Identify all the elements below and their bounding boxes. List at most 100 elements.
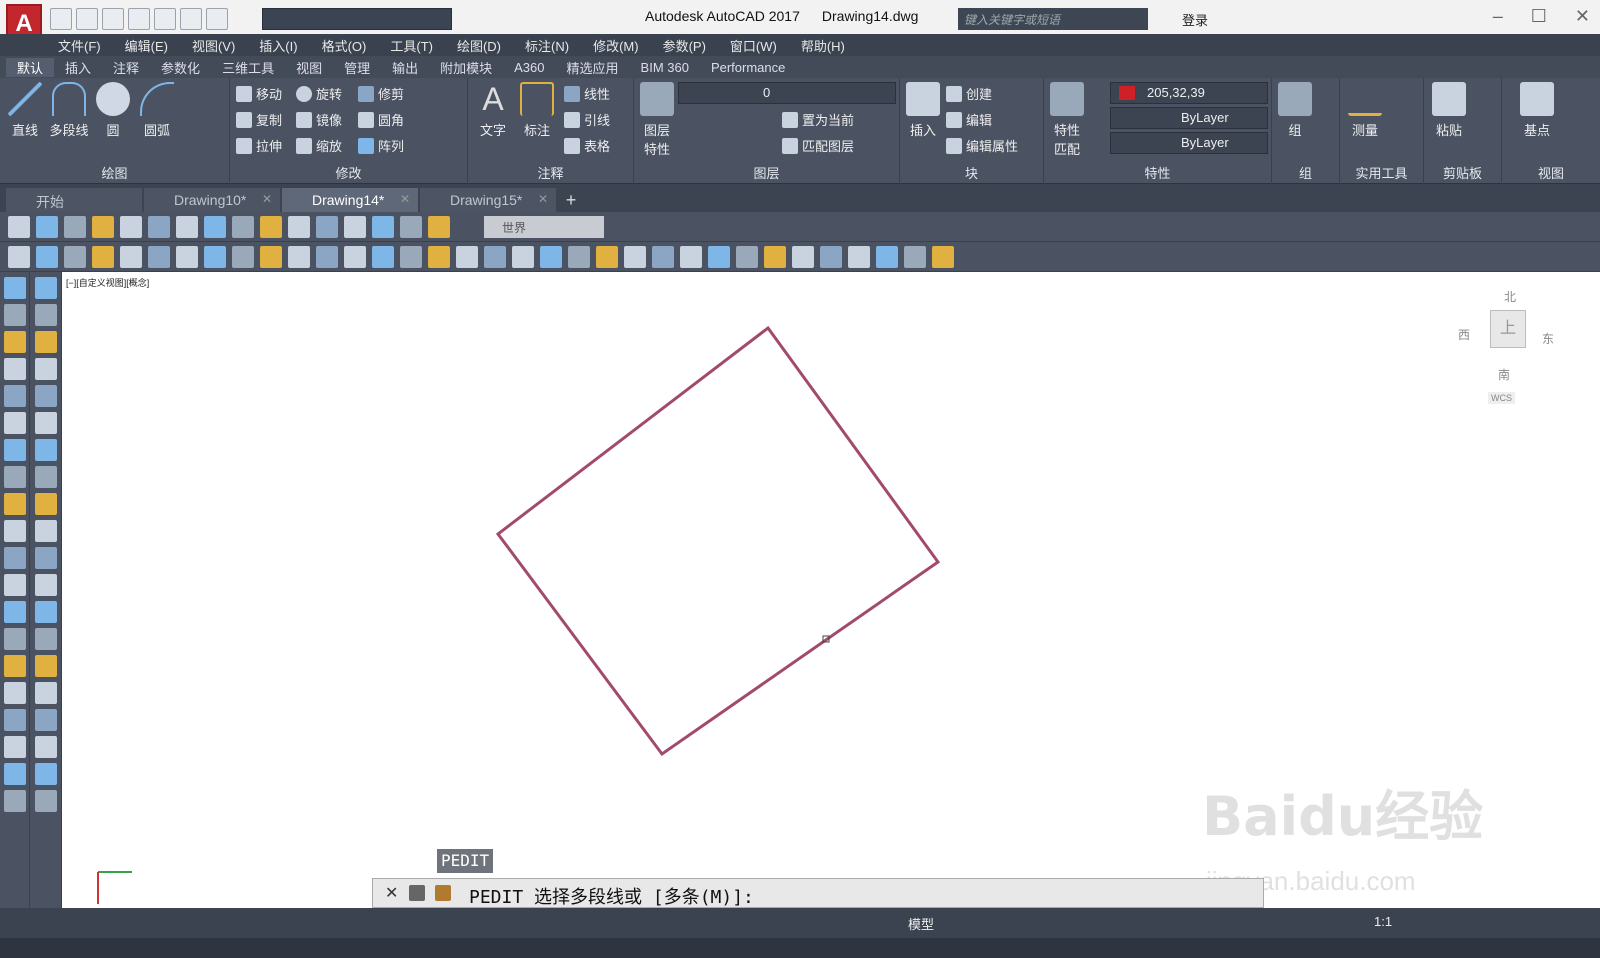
tool-icon[interactable] bbox=[3, 304, 26, 326]
tab-view[interactable]: 视图 bbox=[285, 58, 333, 77]
move-button[interactable]: 移动 bbox=[236, 84, 282, 103]
tab-featured-apps[interactable]: 精选应用 bbox=[556, 58, 630, 77]
toolbar-tool-icon[interactable] bbox=[540, 246, 562, 268]
toolbar-tool-icon[interactable] bbox=[64, 216, 86, 238]
tab-output[interactable]: 输出 bbox=[381, 58, 429, 77]
toolbar-tool-icon[interactable] bbox=[204, 216, 226, 238]
tool-icon[interactable] bbox=[3, 763, 26, 785]
undo-icon[interactable] bbox=[180, 8, 202, 30]
layer-properties-button[interactable]: 图层 特性 bbox=[636, 82, 678, 158]
tool-icon[interactable] bbox=[3, 466, 26, 488]
menu-file[interactable]: 文件(F) bbox=[58, 36, 101, 55]
panel-title-clipboard[interactable]: 剪贴板 bbox=[1424, 163, 1501, 182]
tool-icon[interactable] bbox=[3, 520, 26, 542]
toolbar-tool-icon[interactable] bbox=[232, 246, 254, 268]
tool-icon[interactable] bbox=[3, 709, 26, 731]
tool-icon[interactable] bbox=[34, 466, 57, 488]
tool-icon[interactable] bbox=[34, 628, 57, 650]
toolbar-tool-icon[interactable] bbox=[92, 216, 114, 238]
layer-dropdown[interactable]: 0 bbox=[678, 82, 896, 104]
toolbar-tool-icon[interactable] bbox=[316, 246, 338, 268]
tool-icon[interactable] bbox=[34, 574, 57, 596]
tool-icon[interactable] bbox=[3, 574, 26, 596]
tab-drawing15[interactable]: Drawing15* ✕ bbox=[420, 188, 556, 212]
toolbar-tool-icon[interactable] bbox=[204, 246, 226, 268]
tool-icon[interactable] bbox=[34, 601, 57, 623]
toolbar-tool-icon[interactable] bbox=[120, 216, 142, 238]
tab-parametric[interactable]: 参数化 bbox=[150, 58, 211, 77]
arc-button[interactable]: 圆弧 bbox=[136, 82, 178, 139]
toolbar-tool-icon[interactable] bbox=[428, 246, 450, 268]
tool-icon[interactable] bbox=[3, 655, 26, 677]
minimize-icon[interactable]: – bbox=[1493, 6, 1503, 27]
new-icon[interactable] bbox=[50, 8, 72, 30]
tab-insert[interactable]: 插入 bbox=[54, 58, 102, 77]
tool-icon[interactable] bbox=[34, 277, 57, 299]
tab-performance[interactable]: Performance bbox=[700, 60, 796, 75]
viewcube-west[interactable]: 西 bbox=[1458, 326, 1470, 343]
create-block-button[interactable]: 创建 bbox=[946, 84, 992, 103]
toolbar-tool-icon[interactable] bbox=[36, 216, 58, 238]
toolbar-tool-icon[interactable] bbox=[792, 246, 814, 268]
toolbar-tool-icon[interactable] bbox=[8, 216, 30, 238]
menu-view[interactable]: 视图(V) bbox=[192, 36, 235, 55]
tab-manage[interactable]: 管理 bbox=[333, 58, 381, 77]
tab-drawing10[interactable]: Drawing10* ✕ bbox=[144, 188, 280, 212]
toolbar-tool-icon[interactable] bbox=[64, 246, 86, 268]
annotation-scale[interactable]: 1:1 bbox=[1374, 914, 1392, 929]
search-input[interactable]: 键入关键字或短语 bbox=[958, 8, 1148, 30]
tool-icon[interactable] bbox=[34, 790, 57, 812]
make-current-button[interactable]: 置为当前 bbox=[782, 110, 854, 129]
leader-button[interactable]: 引线 bbox=[564, 110, 610, 129]
toolbar-tool-icon[interactable] bbox=[848, 246, 870, 268]
toolbar-tool-icon[interactable] bbox=[260, 216, 282, 238]
toolbar-tool-icon[interactable] bbox=[904, 246, 926, 268]
tab-3d-tools[interactable]: 三维工具 bbox=[211, 58, 285, 77]
workspace-dropdown[interactable] bbox=[262, 8, 452, 30]
panel-title-properties[interactable]: 特性 bbox=[1044, 163, 1271, 182]
toolbar-tool-icon[interactable] bbox=[260, 246, 282, 268]
toolbar-tool-icon[interactable] bbox=[36, 246, 58, 268]
toolbar-tool-icon[interactable] bbox=[932, 246, 954, 268]
edit-block-button[interactable]: 编辑 bbox=[946, 110, 992, 129]
circle-button[interactable]: 圆 bbox=[92, 82, 134, 139]
stretch-button[interactable]: 拉伸 bbox=[236, 136, 282, 155]
menu-help[interactable]: 帮助(H) bbox=[801, 36, 845, 55]
linetype-dropdown[interactable]: ByLayer bbox=[1110, 107, 1268, 129]
panel-title-block[interactable]: 块 bbox=[900, 163, 1043, 182]
tool-icon[interactable] bbox=[34, 547, 57, 569]
command-line[interactable]: ✕ PEDIT 选择多段线或 [多条(M)]: bbox=[372, 878, 1264, 908]
fillet-button[interactable]: 圆角 bbox=[358, 110, 404, 129]
tool-icon[interactable] bbox=[3, 358, 26, 380]
panel-title-draw[interactable]: 绘图 bbox=[0, 163, 229, 182]
array-button[interactable]: 阵列 bbox=[358, 136, 404, 155]
tab-start[interactable]: 开始 bbox=[6, 188, 142, 212]
menu-window[interactable]: 窗口(W) bbox=[730, 36, 777, 55]
tool-icon[interactable] bbox=[34, 493, 57, 515]
tool-icon[interactable] bbox=[3, 493, 26, 515]
group-button[interactable]: 组 bbox=[1274, 82, 1316, 139]
panel-title-layers[interactable]: 图层 bbox=[634, 163, 899, 182]
close-tab-icon[interactable]: ✕ bbox=[262, 192, 272, 206]
tool-icon[interactable] bbox=[3, 682, 26, 704]
tool-icon[interactable] bbox=[34, 385, 57, 407]
tool-icon[interactable] bbox=[3, 790, 26, 812]
menu-dimension[interactable]: 标注(N) bbox=[525, 36, 569, 55]
toolbar-tool-icon[interactable] bbox=[820, 246, 842, 268]
toolbar-tool-icon[interactable] bbox=[176, 246, 198, 268]
save-icon[interactable] bbox=[102, 8, 124, 30]
viewcube[interactable]: 北 西 东 南 上 WCS bbox=[1458, 288, 1568, 408]
toolbar-tool-icon[interactable] bbox=[8, 246, 30, 268]
tool-icon[interactable] bbox=[34, 682, 57, 704]
toolbar-tool-icon[interactable] bbox=[288, 246, 310, 268]
menu-insert[interactable]: 插入(I) bbox=[259, 36, 297, 55]
toolbar-tool-icon[interactable] bbox=[484, 246, 506, 268]
table-button[interactable]: 表格 bbox=[564, 136, 610, 155]
save-as-icon[interactable] bbox=[128, 8, 150, 30]
panel-title-modify[interactable]: 修改 bbox=[230, 163, 467, 182]
tab-bim360[interactable]: BIM 360 bbox=[630, 60, 700, 75]
base-point-button[interactable]: 基点 bbox=[1516, 82, 1558, 139]
maximize-icon[interactable]: ☐ bbox=[1531, 6, 1547, 27]
drawing-canvas[interactable]: [−][自定义视图][概念] 北 西 东 南 上 WCS Baidu经验 jin… bbox=[62, 272, 1600, 908]
toolbar-tool-icon[interactable] bbox=[652, 246, 674, 268]
